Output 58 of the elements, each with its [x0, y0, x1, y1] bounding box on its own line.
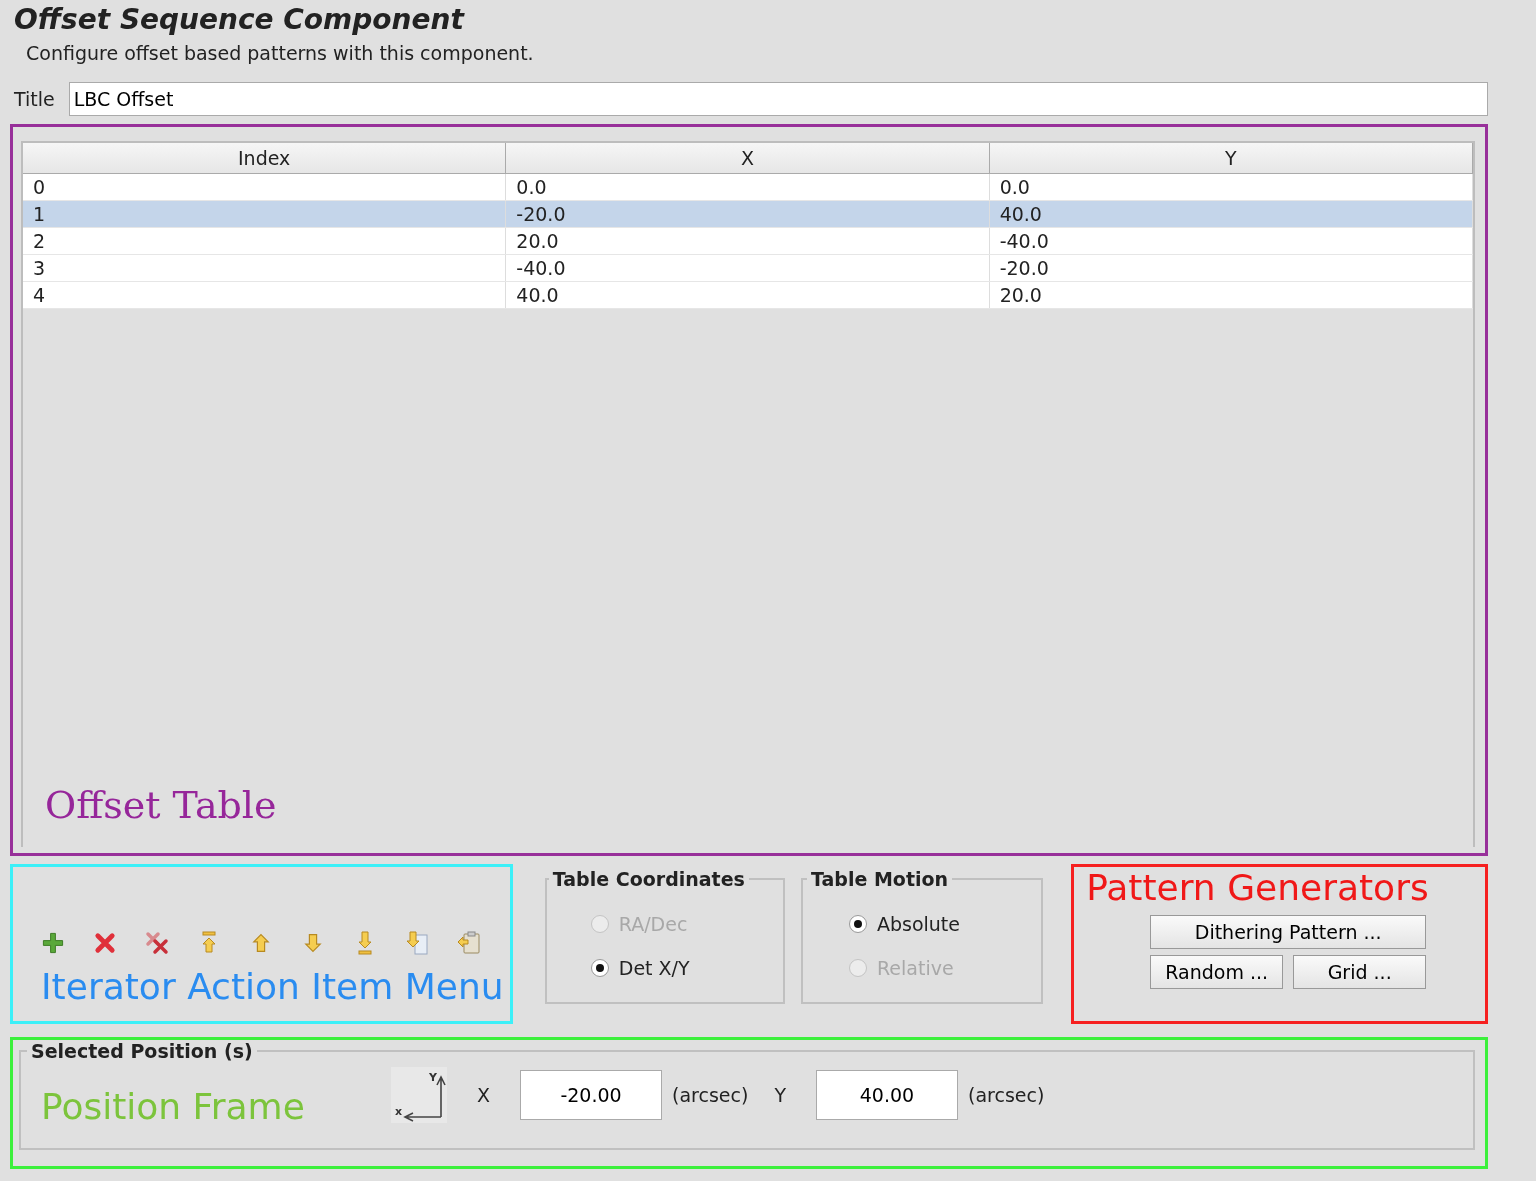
- arrow-into-document-icon[interactable]: [405, 931, 429, 955]
- axis-x-label: x: [395, 1104, 403, 1118]
- clipboard-icon[interactable]: [457, 931, 481, 955]
- table-cell: 0.0: [989, 174, 1473, 200]
- radio-label: Relative: [876, 957, 954, 979]
- table-cell: 2: [23, 228, 507, 254]
- x-offset-field[interactable]: -20.00: [520, 1069, 663, 1120]
- plus-icon[interactable]: [41, 931, 65, 955]
- pattern-generators-annotation: Pattern Generators: [1086, 867, 1430, 909]
- x-label: X: [477, 1083, 491, 1106]
- table-cell: 0.0: [506, 174, 990, 200]
- column-header[interactable]: X: [506, 143, 990, 173]
- table-row[interactable]: 1 -20.0 40.0: [23, 201, 1473, 228]
- pattern-button[interactable]: Grid ...: [1293, 955, 1427, 989]
- delete-all-icon[interactable]: [145, 931, 169, 955]
- table-cell: 40.0: [989, 201, 1473, 227]
- table-cell: 40.0: [506, 282, 990, 308]
- title-input-field[interactable]: LBC Offset: [68, 82, 1488, 116]
- pattern-button[interactable]: Random ...: [1150, 955, 1284, 989]
- radio-label: RA/Dec: [618, 913, 688, 935]
- radio-label: Det X/Y: [618, 957, 690, 979]
- table-cell: 20.0: [989, 282, 1473, 308]
- table-row[interactable]: 2 20.0 -40.0: [23, 228, 1473, 255]
- radio-button[interactable]: [848, 915, 867, 933]
- table-cell: -40.0: [989, 228, 1473, 254]
- y-offset-field[interactable]: 40.00: [816, 1069, 958, 1120]
- pattern-button[interactable]: Dithering Pattern ...: [1150, 915, 1427, 949]
- table-cell: 20.0: [506, 228, 990, 254]
- column-header[interactable]: Index: [23, 143, 507, 173]
- offset-table-annotation: Offset Table: [45, 783, 278, 827]
- table-cell: -40.0: [506, 255, 990, 281]
- component-description: Configure offset based patterns with this component.: [26, 41, 535, 66]
- table-row[interactable]: 4 40.0 20.0: [23, 282, 1473, 309]
- column-header[interactable]: Y: [989, 143, 1473, 173]
- position-frame-annotation: Position Frame: [41, 1085, 306, 1127]
- delete-icon[interactable]: [93, 931, 117, 955]
- table-cell: 4: [23, 282, 507, 308]
- radio-option[interactable]: Absolute: [848, 902, 1022, 946]
- y-unit-label: (arcsec): [968, 1083, 1045, 1106]
- table-row[interactable]: 0 0.0 0.0: [23, 174, 1473, 201]
- title-label: Title: [14, 88, 55, 110]
- radio-label: Absolute: [876, 913, 960, 935]
- x-unit-label: (arcsec): [672, 1083, 749, 1106]
- y-label: Y: [774, 1083, 786, 1106]
- table-cell: 0: [23, 174, 507, 200]
- group-legend: Table Motion: [806, 868, 953, 890]
- component-title: Offset Sequence Component: [14, 2, 466, 38]
- table-cell: 3: [23, 255, 507, 281]
- radio-button[interactable]: [590, 959, 609, 977]
- action-menu-annotation: Iterator Action Item Menu: [41, 965, 505, 1009]
- group-legend: Table Coordinates: [548, 868, 749, 890]
- table-cell: 1: [23, 201, 507, 227]
- table-cell: -20.0: [506, 201, 990, 227]
- table-row[interactable]: 3 -40.0 -20.0: [23, 255, 1473, 282]
- axis-y-label: Y: [429, 1070, 437, 1084]
- table-cell: -20.0: [989, 255, 1473, 281]
- group-legend: Selected Position (s): [27, 1040, 257, 1062]
- radio-option[interactable]: Det X/Y: [590, 946, 763, 990]
